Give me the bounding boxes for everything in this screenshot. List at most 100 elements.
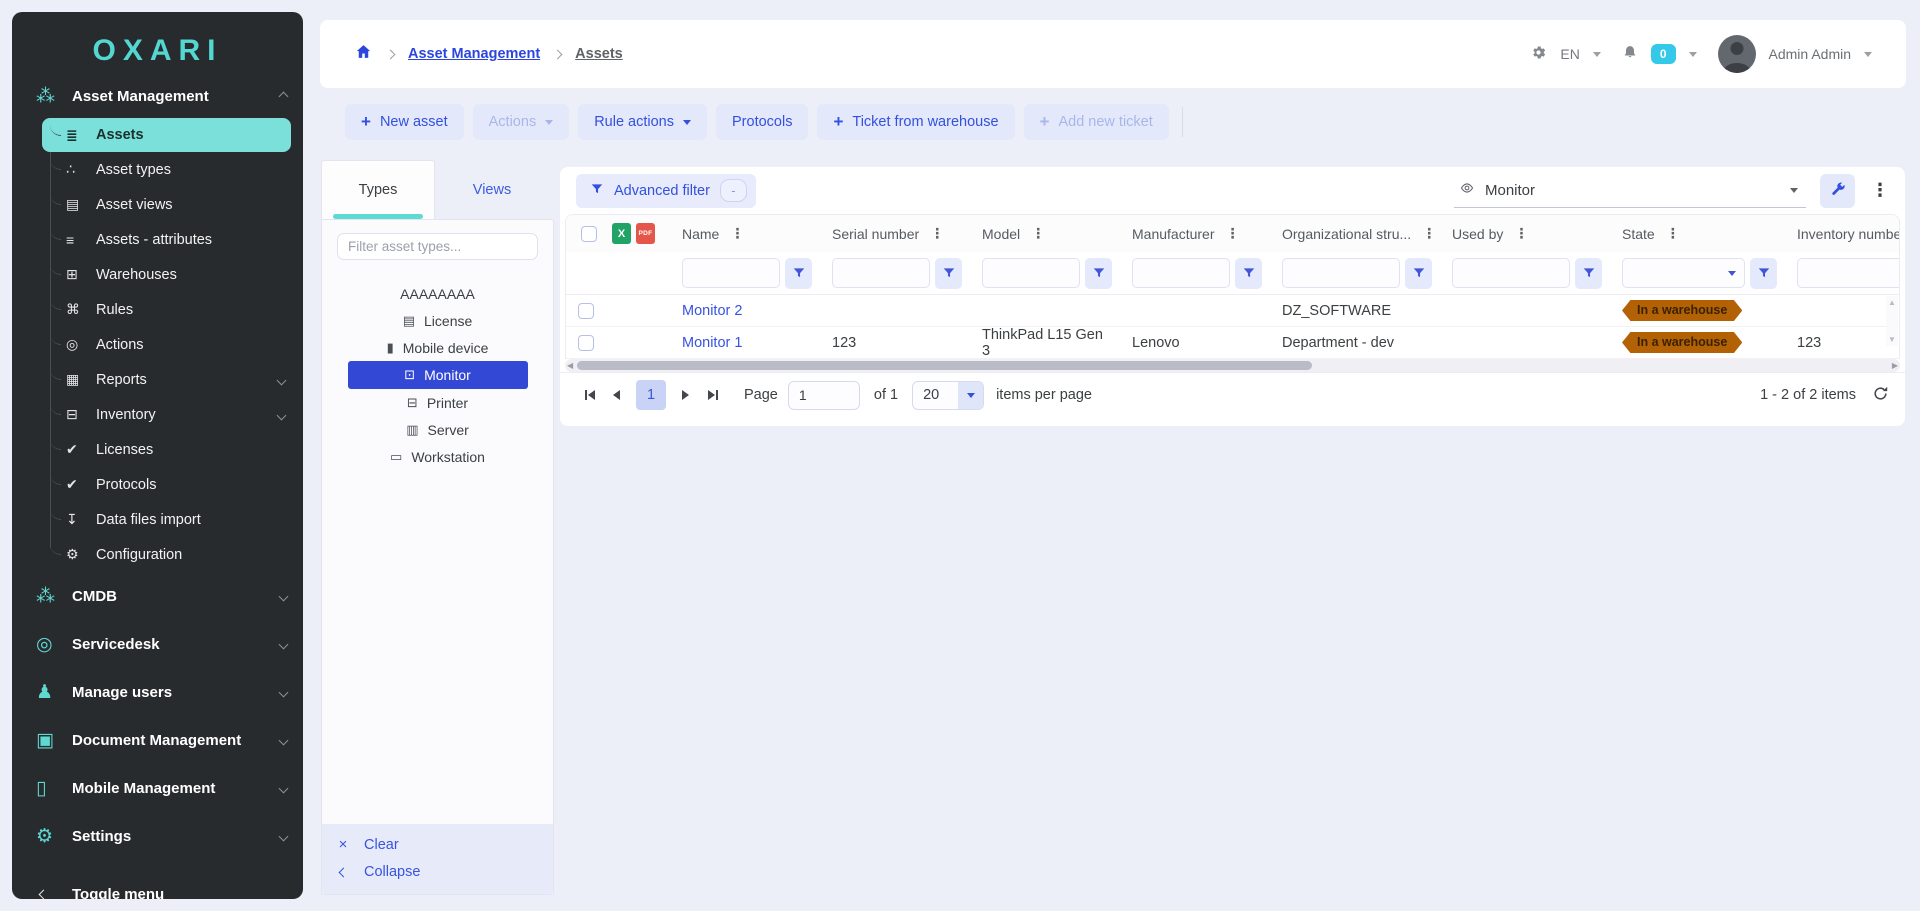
home-icon[interactable] (354, 43, 373, 65)
ticket-from-warehouse-button[interactable]: +Ticket from warehouse (817, 104, 1014, 140)
scroll-down-icon[interactable]: ▼ (1888, 335, 1896, 344)
asset-type-label: Printer (427, 395, 468, 411)
sidebar-section-document-management[interactable]: ▣Document Management (12, 716, 303, 764)
row-checkbox[interactable] (578, 335, 594, 351)
column-menu-icon[interactable]: ⋮ (1422, 225, 1436, 242)
sidebar-item-licenses[interactable]: ✔Licenses (42, 432, 291, 467)
column-filter-funnel-button[interactable] (1750, 258, 1777, 289)
column-filter-input[interactable] (1622, 258, 1745, 288)
previous-page-button[interactable] (603, 382, 630, 409)
column-filter-input[interactable] (682, 258, 780, 288)
column-menu-icon[interactable]: ⋮ (1225, 225, 1239, 242)
asset-type-mobile-device[interactable]: ▮Mobile device (322, 334, 553, 361)
chevron-down-icon (280, 635, 287, 653)
add-new-ticket-button[interactable]: +Add new ticket (1024, 104, 1169, 140)
items-per-page-select[interactable]: 20 (912, 381, 984, 410)
protocols-button[interactable]: Protocols (716, 104, 808, 140)
sidebar-item-protocols[interactable]: ✔Protocols (42, 467, 291, 502)
avatar[interactable] (1718, 35, 1756, 73)
sidebar-section-mobile-management[interactable]: ▯Mobile Management (12, 764, 303, 812)
current-page-button[interactable]: 1 (636, 380, 666, 410)
sidebar-item-rules[interactable]: ⌘Rules (42, 292, 291, 327)
user-menu-caret-icon[interactable] (1864, 52, 1872, 57)
asset-type-license[interactable]: ▤License (322, 307, 553, 334)
vertical-scrollbar[interactable]: ▲ ▼ (1886, 296, 1898, 346)
rule-actions-button[interactable]: Rule actions (578, 104, 707, 140)
clear-button[interactable]: ×Clear (322, 831, 553, 858)
first-page-button[interactable] (576, 382, 603, 409)
column-menu-icon[interactable]: ⋮ (1031, 225, 1045, 242)
column-filter-input[interactable] (1452, 258, 1570, 288)
column-menu-icon[interactable]: ⋮ (730, 225, 744, 242)
actions-button[interactable]: Actions (473, 104, 570, 140)
refresh-icon[interactable] (1872, 385, 1889, 406)
tab-types[interactable]: Types (321, 160, 435, 219)
view-select[interactable]: Monitor (1454, 174, 1806, 208)
select-all-checkbox[interactable] (581, 226, 597, 242)
column-filter-input[interactable] (1797, 258, 1900, 288)
column-filter-input[interactable] (1282, 258, 1400, 288)
column-filter-funnel-button[interactable] (935, 258, 962, 289)
column-filter-funnel-button[interactable] (1405, 258, 1432, 289)
sidebar-section-cmdb[interactable]: ⁂CMDB (12, 572, 303, 620)
scroll-left-icon[interactable]: ◀ (567, 361, 573, 370)
sidebar-item-configuration[interactable]: ⚙Configuration (42, 537, 291, 572)
notifications-dropdown-caret-icon[interactable] (1689, 52, 1697, 57)
toggle-menu-button[interactable]: Toggle menu (12, 874, 303, 899)
bell-icon[interactable] (1622, 44, 1638, 64)
scroll-up-icon[interactable]: ▲ (1888, 298, 1896, 307)
table-kebab-menu[interactable]: ⋮ (1869, 180, 1891, 201)
gear-icon[interactable] (1530, 44, 1547, 64)
last-page-button[interactable] (699, 382, 726, 409)
breadcrumb-current-assets[interactable]: Assets (575, 46, 623, 62)
sidebar-item-asset-views[interactable]: ▤Asset views (42, 187, 291, 222)
scroll-right-icon[interactable]: ▶ (1892, 361, 1898, 370)
column-filter-input[interactable] (1132, 258, 1230, 288)
asset-type-workstation[interactable]: ▭Workstation (322, 443, 553, 470)
collapse-button[interactable]: Collapse (322, 858, 553, 885)
sidebar-section-manage-users[interactable]: ♟Manage users (12, 668, 303, 716)
asset-type-aaaaaaaa[interactable]: AAAAAAAA (322, 280, 553, 307)
filter-asset-types-input[interactable] (337, 233, 538, 260)
breadcrumb-link-asset-management[interactable]: Asset Management (408, 46, 540, 62)
column-menu-icon[interactable]: ⋮ (1514, 225, 1528, 242)
sidebar-item-assets[interactable]: ≣Assets (42, 118, 291, 152)
asset-type-monitor[interactable]: ⊡Monitor (348, 361, 528, 389)
sidebar-section-settings[interactable]: ⚙Settings (12, 812, 303, 860)
advanced-filter-count-chip[interactable]: - (720, 179, 747, 202)
new-asset-button[interactable]: +New asset (345, 104, 464, 140)
next-page-button[interactable] (672, 382, 699, 409)
tab-views[interactable]: Views (435, 160, 549, 219)
row-checkbox[interactable] (578, 303, 594, 319)
column-filter-funnel-button[interactable] (1235, 258, 1262, 289)
asset-type-server[interactable]: ▥Server (322, 416, 553, 443)
sidebar-item-actions[interactable]: ◎Actions (42, 327, 291, 362)
sidebar-item-reports[interactable]: ▦Reports (42, 362, 291, 397)
table-header-row: XPDFName⋮Serial number⋮Model⋮Manufacture… (566, 215, 1899, 252)
column-settings-button[interactable] (1820, 174, 1855, 208)
asset-name-link[interactable]: Monitor 2 (682, 303, 742, 319)
column-filter-funnel-button[interactable] (1575, 258, 1602, 289)
language-dropdown-caret-icon[interactable] (1593, 52, 1601, 57)
column-menu-icon[interactable]: ⋮ (930, 225, 944, 242)
sidebar-item-inventory[interactable]: ⊟Inventory (42, 397, 291, 432)
page-number-input[interactable] (788, 381, 860, 410)
sidebar-item-data-files-import[interactable]: ↧Data files import (42, 502, 291, 537)
asset-name-link[interactable]: Monitor 1 (682, 335, 742, 351)
export-pdf-icon[interactable]: PDF (636, 223, 655, 244)
column-filter-funnel-button[interactable] (1085, 258, 1112, 289)
sidebar-section-servicedesk[interactable]: ◎Servicedesk (12, 620, 303, 668)
advanced-filter-button[interactable]: Advanced filter - (576, 174, 756, 208)
document-icon: ▣ (36, 729, 72, 752)
column-menu-icon[interactable]: ⋮ (1666, 225, 1680, 242)
column-filter-input[interactable] (832, 258, 930, 288)
horizontal-scrollbar[interactable]: ◀ ▶ (565, 359, 1900, 372)
horizontal-scrollbar-thumb[interactable] (577, 361, 1312, 370)
column-filter-funnel-button[interactable] (785, 258, 812, 289)
column-filter-input[interactable] (982, 258, 1080, 288)
sidebar-item-warehouses[interactable]: ⊞Warehouses (42, 257, 291, 292)
export-excel-icon[interactable]: X (612, 223, 631, 244)
sidebar-item-assets-attributes[interactable]: ≡Assets - attributes (42, 222, 291, 257)
asset-type-printer[interactable]: ⊟Printer (322, 389, 553, 416)
sidebar-item-asset-types[interactable]: ∴Asset types (42, 152, 291, 187)
